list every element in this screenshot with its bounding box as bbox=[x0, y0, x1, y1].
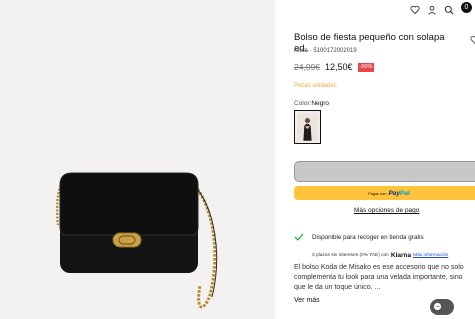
chat-bubble-icon bbox=[433, 298, 442, 316]
old-price: 24,99€ bbox=[294, 62, 320, 72]
klarna-info-link[interactable]: Más información bbox=[413, 253, 448, 258]
product-image-bag bbox=[55, 172, 218, 309]
klarna-text: 3 plazos sin intereses (0% TAE) con bbox=[312, 253, 389, 258]
price-row: 24,99€ 12,50€ -50% bbox=[294, 62, 375, 72]
heart-icon[interactable] bbox=[410, 2, 420, 15]
klarna-installments: 3 plazos sin intereses (0% TAE) con Klar… bbox=[312, 252, 448, 259]
stock-status: Pocas unidades bbox=[294, 83, 337, 89]
search-icon[interactable] bbox=[444, 2, 454, 15]
color-value: Negro bbox=[311, 100, 330, 107]
swatch-thumbnail bbox=[297, 113, 318, 141]
klarna-logo: Klarna bbox=[390, 252, 412, 259]
bag-icon[interactable]: 0 bbox=[461, 1, 472, 13]
more-payment-options-link[interactable]: Más opciones de pago bbox=[354, 207, 419, 214]
add-to-cart-button[interactable] bbox=[294, 161, 475, 182]
paypal-prefix: Pagar con bbox=[368, 190, 387, 196]
header-icons: 0 bbox=[410, 0, 472, 15]
color-label: Color:Negro bbox=[294, 100, 329, 107]
wishlist-heart-icon[interactable] bbox=[470, 32, 475, 45]
pickup-text: Disponible para recoger en tienda gratis bbox=[312, 233, 424, 241]
paypal-button[interactable]: Pagar con PayPal bbox=[294, 186, 475, 200]
product-reference: Koda - 5100172002019 bbox=[294, 48, 357, 54]
paypal-logo-pay: Pay bbox=[388, 189, 401, 197]
store-pickup-info: Disponible para recoger en tienda gratis bbox=[294, 228, 424, 246]
discount-badge: -50% bbox=[357, 62, 375, 72]
current-price: 12,50€ bbox=[325, 62, 353, 72]
check-icon bbox=[294, 228, 304, 246]
product-description: El bolso Koda de Misako es ese accesorio… bbox=[294, 264, 464, 291]
see-more-link[interactable]: Ver más bbox=[294, 297, 320, 304]
paypal-logo: PayPal bbox=[388, 190, 409, 197]
color-swatch-negro[interactable] bbox=[294, 110, 321, 144]
product-detail-panel: 0 Bolso de fiesta pequeño con solapa ed.… bbox=[275, 0, 475, 319]
product-image-gallery[interactable] bbox=[0, 0, 275, 319]
chat-button[interactable] bbox=[430, 299, 454, 315]
paypal-logo-pal: Pal bbox=[400, 189, 410, 197]
color-label-text: Color: bbox=[294, 100, 312, 107]
user-icon[interactable] bbox=[427, 2, 437, 15]
